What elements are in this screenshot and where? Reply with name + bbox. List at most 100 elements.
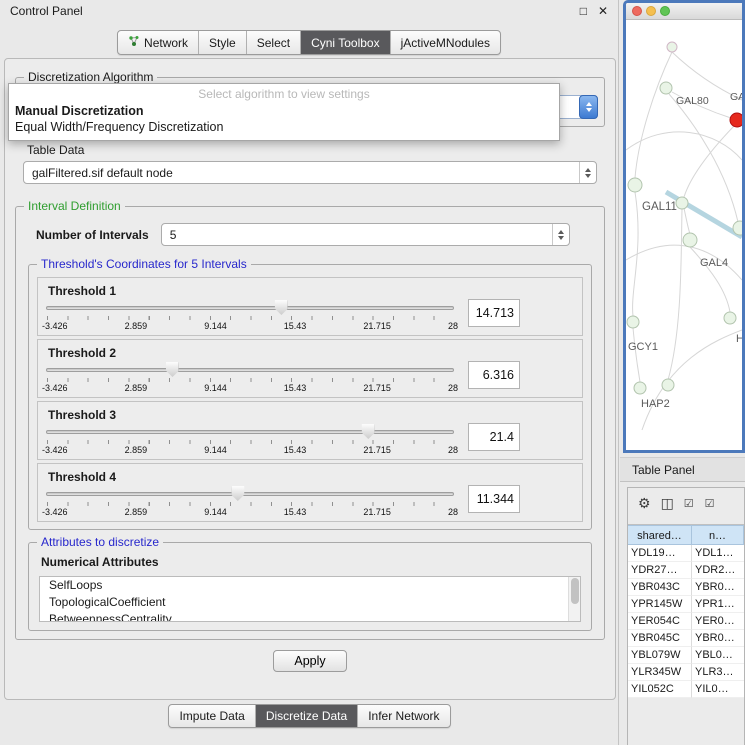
threshold-panel-1: Threshold 1 -3.4262.8599.14415.4321.7152… [37,277,583,336]
threshold-3-label: Threshold 3 [48,408,574,422]
table-cell[interactable]: YBR045C [628,630,692,647]
dropdown-option-equal-width-frequency[interactable]: Equal Width/Frequency Discretization [9,119,559,135]
network-node[interactable] [628,178,642,192]
table-cell[interactable]: YIL0… [692,681,744,698]
column-header-shared-name[interactable]: shared… [628,525,692,545]
table-row[interactable]: YER054CYER0… [628,613,744,630]
select-none-checkbox-icon[interactable]: ☑ [705,497,716,510]
table-cell[interactable]: YDL19… [628,545,692,562]
threshold-1-value-input[interactable] [468,299,520,327]
gear-icon[interactable]: ⚙ [638,495,651,512]
tab-network[interactable]: Network [118,31,198,54]
network-node[interactable] [660,82,672,94]
dropdown-option-manual-discretization[interactable]: Manual Discretization [9,103,559,119]
tab-discretize-label: Discretize Data [266,709,347,723]
table-cell[interactable]: YBR0… [692,630,744,647]
table-data-label: Table Data [27,143,605,157]
numerical-attributes-heading: Numerical Attributes [41,555,581,569]
column-header-name[interactable]: n… [692,525,744,545]
close-traffic-light-icon[interactable] [632,6,642,16]
combobox-stepper-icon[interactable] [579,95,598,119]
threshold-4-value-input[interactable] [468,485,520,513]
list-item[interactable]: SelfLoops [40,577,580,594]
threshold-2-value-input[interactable] [468,361,520,389]
tab-infer-network[interactable]: Infer Network [357,705,449,727]
table-cell[interactable]: YBR043C [628,579,692,596]
list-scrollbar[interactable] [568,577,580,621]
close-window-icon[interactable]: ✕ [598,4,608,18]
network-node[interactable] [662,379,674,391]
threshold-3-slider[interactable]: -3.4262.8599.14415.4321.71528 [46,423,454,457]
network-node[interactable] [634,382,646,394]
network-view-window[interactable]: GAL80 GA GAL11 GAL4 GCY1 H HAP2 [623,0,745,453]
table-cell[interactable]: YLR345W [628,664,692,681]
selected-node-red[interactable] [730,113,742,127]
threshold-panel-2: Threshold 2 -3.4262.8599.14415.4321.7152… [37,339,583,398]
slider-thumb[interactable] [362,424,375,439]
table-cell[interactable]: YDL1… [692,545,744,562]
tab-discretize-data[interactable]: Discretize Data [255,705,357,727]
number-of-intervals-combobox[interactable]: 5 [161,223,570,246]
tab-style[interactable]: Style [198,31,246,54]
table-cell[interactable]: YBL0… [692,647,744,664]
attributes-group-title: Attributes to discretize [37,535,163,549]
scale-label: -3.426 [42,507,68,517]
network-node[interactable] [724,312,736,324]
slider-thumb[interactable] [166,362,179,377]
table-panel-header[interactable]: Table Panel [620,457,745,482]
combobox-stepper-icon[interactable] [579,162,596,183]
select-all-checkbox-icon[interactable]: ☑ [684,497,695,510]
table-cell[interactable]: YPR1… [692,596,744,613]
threshold-3-value-input[interactable] [468,423,520,451]
table-cell[interactable]: YER0… [692,613,744,630]
list-item[interactable]: TopologicalCoefficient [40,594,580,611]
table-row[interactable]: YDL19…YDL1… [628,545,744,562]
table-cell[interactable]: YIL052C [628,681,692,698]
scrollbar-thumb[interactable] [571,578,579,604]
table-row[interactable]: YIL052CYIL0… [628,681,744,698]
threshold-2-slider[interactable]: -3.4262.8599.14415.4321.71528 [46,361,454,395]
network-icon [128,35,140,50]
table-row[interactable]: YDR27…YDR2… [628,562,744,579]
network-node[interactable] [627,316,639,328]
table-cell[interactable]: YLR3… [692,664,744,681]
network-node[interactable] [683,233,697,247]
table-cell[interactable]: YDR2… [692,562,744,579]
table-row[interactable]: YBR045CYBR0… [628,630,744,647]
zoom-traffic-light-icon[interactable] [660,6,670,16]
network-node[interactable] [667,42,677,52]
tab-impute-data[interactable]: Impute Data [169,705,254,727]
slider-thumb[interactable] [275,300,288,315]
table-cell[interactable]: YPR145W [628,596,692,613]
columns-icon[interactable]: ◫ [661,495,674,512]
table-cell[interactable]: YDR27… [628,562,692,579]
table-data-combobox[interactable]: galFiltered.sif default node [23,161,597,184]
float-window-icon[interactable]: □ [580,4,587,18]
table-row[interactable]: YPR145WYPR1… [628,596,744,613]
scale-label: 28 [448,445,458,455]
minimize-traffic-light-icon[interactable] [646,6,656,16]
table-cell[interactable]: YER054C [628,613,692,630]
apply-button[interactable]: Apply [273,650,346,672]
tab-cyni-toolbox[interactable]: Cyni Toolbox [300,31,389,54]
scale-label: 28 [448,321,458,331]
scale-label: 9.144 [204,321,227,331]
table-cell[interactable]: YBR0… [692,579,744,596]
network-canvas[interactable]: GAL80 GA GAL11 GAL4 GCY1 H HAP2 [626,20,742,450]
tab-select-label: Select [257,36,290,50]
slider-thumb[interactable] [231,486,244,501]
combobox-stepper-icon[interactable] [552,224,569,245]
table-row[interactable]: YLR345WYLR3… [628,664,744,681]
tab-select[interactable]: Select [246,31,300,54]
table-cell[interactable]: YBL079W [628,647,692,664]
tab-jactivemodules[interactable]: jActiveMNodules [390,31,500,54]
network-node[interactable] [733,221,742,235]
scale-label: 15.43 [284,321,307,331]
table-row[interactable]: YBR043CYBR0… [628,579,744,596]
control-panel-window: Control Panel □ ✕ Network Style Select C… [0,0,619,745]
threshold-4-slider[interactable]: -3.4262.8599.14415.4321.71528 [46,485,454,519]
threshold-1-slider[interactable]: -3.4262.8599.14415.4321.71528 [46,299,454,333]
network-node[interactable] [676,197,688,209]
list-item[interactable]: BetweennessCentrality [40,611,580,622]
table-row[interactable]: YBL079WYBL0… [628,647,744,664]
